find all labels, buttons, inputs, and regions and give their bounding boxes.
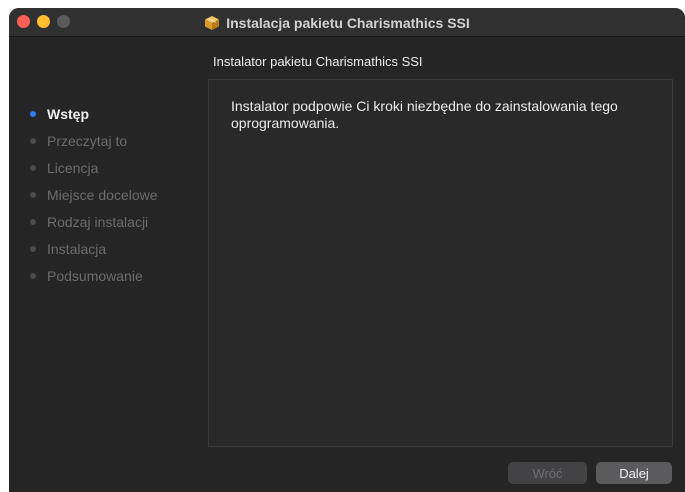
introduction-text: Instalator podpowie Ci kroki niezbędne d… (231, 98, 618, 131)
title-bar[interactable]: Instalacja pakietu Charismathics SSI (9, 8, 685, 37)
step-label: Instalacja (47, 240, 107, 257)
step-item: Rodzaj instalacji (9, 208, 207, 235)
step-dot-icon (30, 218, 36, 225)
content-panel: Instalator podpowie Ci kroki niezbędne d… (208, 79, 673, 447)
installer-heading: Instalator pakietu Charismathics SSI (213, 54, 423, 69)
step-label: Licencja (47, 159, 99, 176)
next-button[interactable]: Dalej (596, 462, 672, 484)
step-dot-icon (30, 272, 36, 279)
step-dot-icon (30, 245, 36, 252)
step-label: Podsumowanie (47, 267, 143, 284)
step-label: Wstęp (47, 105, 89, 122)
step-item: Podsumowanie (9, 262, 207, 289)
window-title: Instalacja pakietu Charismathics SSI (9, 8, 685, 37)
step-item: Instalacja (9, 235, 207, 262)
step-label: Rodzaj instalacji (47, 213, 149, 230)
step-dot-icon (30, 137, 36, 144)
installation-steps: Wstęp Przeczytaj to Licencja Miejsce docelo… (9, 100, 207, 289)
installer-window: Instalacja pakietu Charismathics SSI Ins… (9, 8, 685, 492)
package-icon (205, 15, 220, 30)
step-dot-icon (30, 191, 36, 198)
step-label: Przeczytaj to (47, 132, 128, 149)
step-item: Wstęp (9, 100, 207, 127)
step-item: Miejsce docelowe (9, 181, 207, 208)
step-label: Miejsce docelowe (47, 186, 158, 203)
window-title-text: Instalacja pakietu Charismathics SSI (226, 14, 470, 31)
step-item: Licencja (9, 154, 207, 181)
back-button[interactable]: Wróć (508, 462, 587, 484)
step-dot-icon (30, 110, 36, 117)
step-dot-icon (30, 164, 36, 171)
step-item: Przeczytaj to (9, 127, 207, 154)
